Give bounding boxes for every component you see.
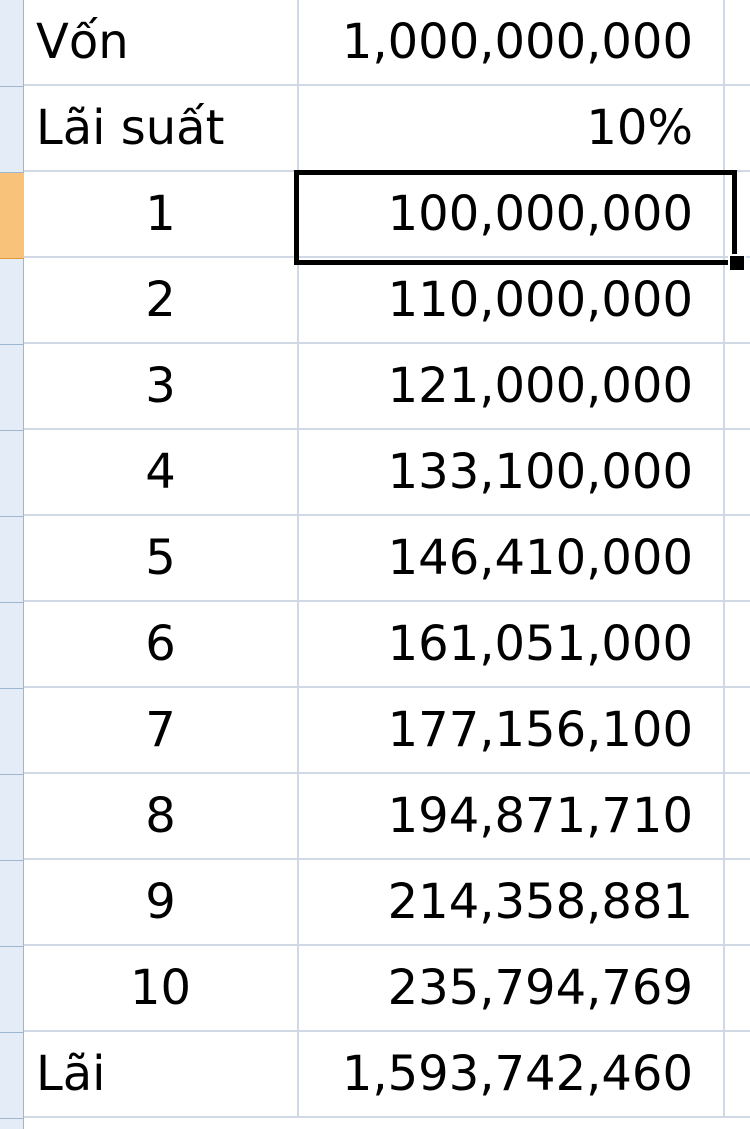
table-row: 3 121,000,000	[24, 344, 750, 430]
row-header-8[interactable]	[0, 603, 24, 689]
row-header-9[interactable]	[0, 689, 24, 775]
cell-value[interactable]: 10%	[299, 86, 725, 170]
cell-empty[interactable]	[725, 0, 750, 84]
row-header-5[interactable]	[0, 345, 24, 431]
cell-empty[interactable]	[725, 946, 750, 1030]
cell-label[interactable]: 10	[24, 946, 299, 1030]
row-header-10[interactable]	[0, 775, 24, 861]
cell-value[interactable]: 1,000,000,000	[299, 0, 725, 84]
cell-value[interactable]: 161,051,000	[299, 602, 725, 686]
table-row: 2 110,000,000	[24, 258, 750, 344]
cell-value[interactable]: 235,794,769	[299, 946, 725, 1030]
table-row: 7 177,156,100	[24, 688, 750, 774]
cell-value[interactable]: 121,000,000	[299, 344, 725, 428]
table-row: 8 194,871,710	[24, 774, 750, 860]
active-cell-value[interactable]: 100,000,000	[299, 172, 725, 256]
cell-empty[interactable]	[725, 172, 750, 256]
cell-empty[interactable]	[725, 516, 750, 600]
row-header-12[interactable]	[0, 947, 24, 1033]
cell-empty[interactable]	[725, 860, 750, 944]
table-row: 10 235,794,769	[24, 946, 750, 1032]
row-header-11[interactable]	[0, 861, 24, 947]
cell-empty[interactable]	[725, 86, 750, 170]
table-row: Vốn 1,000,000,000	[24, 0, 750, 86]
cell-value[interactable]: 133,100,000	[299, 430, 725, 514]
cell-value[interactable]: 110,000,000	[299, 258, 725, 342]
cell-label[interactable]: 9	[24, 860, 299, 944]
table-row: 1 100,000,000	[24, 172, 750, 258]
cell-empty[interactable]	[725, 344, 750, 428]
cell-label[interactable]: 3	[24, 344, 299, 428]
row-header-7[interactable]	[0, 517, 24, 603]
spreadsheet: Vốn 1,000,000,000 Lãi suất 10% 1 100,000,000 2…	[0, 0, 750, 1129]
cell-label[interactable]: 5	[24, 516, 299, 600]
row-header-1[interactable]	[0, 1, 24, 87]
table-row: Lãi 1,593,742,460	[24, 1032, 750, 1118]
cell-label[interactable]: 7	[24, 688, 299, 772]
cell-label[interactable]: 6	[24, 602, 299, 686]
cell-label[interactable]: Vốn	[24, 0, 299, 84]
cell-value[interactable]: 177,156,100	[299, 688, 725, 772]
cell-empty[interactable]	[725, 430, 750, 514]
table-row: 6 161,051,000	[24, 602, 750, 688]
row-header-2[interactable]	[0, 87, 24, 173]
cell-label[interactable]: 4	[24, 430, 299, 514]
table-row: 5 146,410,000	[24, 516, 750, 602]
cell-label[interactable]: 2	[24, 258, 299, 342]
cell-value[interactable]: 146,410,000	[299, 516, 725, 600]
fill-handle[interactable]	[728, 254, 746, 272]
cell-value[interactable]: 214,358,881	[299, 860, 725, 944]
row-header-4[interactable]	[0, 259, 24, 345]
cell-empty[interactable]	[725, 774, 750, 858]
cell-label[interactable]: 1	[24, 172, 299, 256]
row-header-column[interactable]	[0, 0, 24, 1129]
cell-label[interactable]: 8	[24, 774, 299, 858]
cell-label[interactable]: Lãi	[24, 1032, 299, 1116]
row-header-6[interactable]	[0, 431, 24, 517]
cell-empty[interactable]	[725, 1032, 750, 1116]
row-header-13[interactable]	[0, 1033, 24, 1119]
table-row: Lãi suất 10%	[24, 86, 750, 172]
cell-label[interactable]: Lãi suất	[24, 86, 299, 170]
table-row: 9 214,358,881	[24, 860, 750, 946]
cell-value[interactable]: 1,593,742,460	[299, 1032, 725, 1116]
cell-empty[interactable]	[725, 688, 750, 772]
cell-value[interactable]: 194,871,710	[299, 774, 725, 858]
cell-empty[interactable]	[725, 602, 750, 686]
row-header-3[interactable]	[0, 173, 24, 259]
table-row: 4 133,100,000	[24, 430, 750, 516]
